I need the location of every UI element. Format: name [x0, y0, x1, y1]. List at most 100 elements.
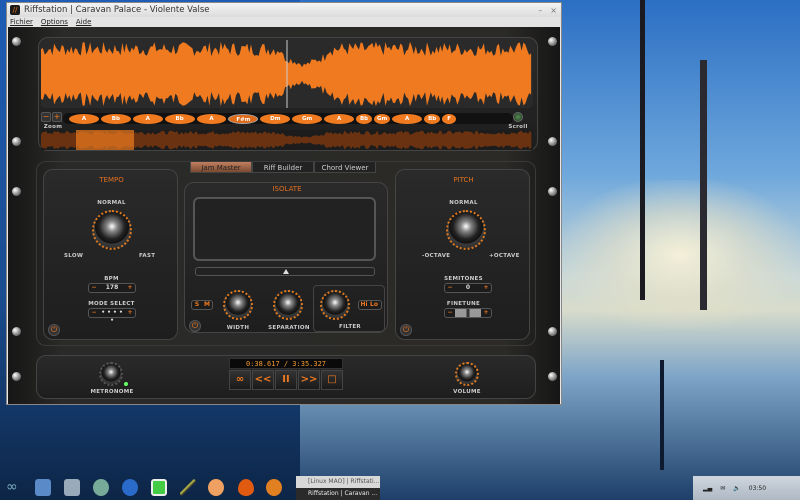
rivet	[548, 37, 557, 46]
plus-octave-label: +OCTAVE	[489, 253, 520, 259]
stereo-button[interactable]: S	[192, 301, 202, 309]
slider-thumb[interactable]	[283, 269, 289, 274]
mode-next-button[interactable]: +	[125, 309, 135, 317]
rivet	[12, 37, 21, 46]
finetune-stepper[interactable]: − +	[444, 308, 492, 318]
finetune-up-button[interactable]: +	[481, 309, 491, 317]
filter-hi-lo-toggle[interactable]: Hi Lo	[358, 300, 382, 310]
stereo-mono-toggle[interactable]: SM	[191, 300, 213, 310]
tempo-section: TEMPO NORMAL SLOW FAST BPM −178 + MODE SE…	[43, 169, 178, 340]
semitones-stepper[interactable]: − 0 +	[444, 283, 492, 293]
mode-select-stepper[interactable]: − • • • • • +	[88, 308, 136, 324]
isolate-power-button[interactable]: ⏻	[189, 320, 201, 332]
clock[interactable]: 03:50	[749, 485, 766, 492]
overview-viewport[interactable]	[76, 130, 134, 150]
home-folder-icon[interactable]	[35, 479, 51, 496]
chord-marker[interactable]: Bb	[424, 113, 441, 124]
waveform-display[interactable]	[41, 40, 533, 108]
volume-knob[interactable]	[455, 362, 479, 386]
isolate-title: ISOLATE	[272, 185, 302, 193]
overview-waveform[interactable]	[41, 130, 533, 150]
hi-button[interactable]: Hi	[359, 301, 369, 309]
disc-icon[interactable]	[208, 479, 224, 496]
separation-knob[interactable]	[273, 290, 303, 320]
filter-box: Hi Lo FILTER	[313, 285, 385, 332]
image-viewer-icon[interactable]	[151, 479, 167, 496]
menu-fichier[interactable]: Fichier	[10, 18, 33, 26]
volume-icon[interactable]: 🔈	[733, 485, 740, 492]
metronome-led	[124, 382, 128, 386]
menu-options[interactable]: Options	[41, 18, 68, 26]
rivet	[12, 327, 21, 336]
pitch-power-button[interactable]: ⏻	[400, 324, 412, 336]
zoom-out-button[interactable]: −	[41, 112, 51, 122]
transport-panel: METRONOME 0:38.617 / 3:35.327 ∞ << II >>…	[36, 355, 536, 399]
stop-button[interactable]: □	[321, 370, 343, 390]
taskbar-window-item-active[interactable]: Riffstation | Caravan ...	[296, 488, 380, 500]
chord-marker[interactable]: Gm	[292, 113, 323, 124]
bpm-stepper[interactable]: −178 +	[88, 283, 136, 293]
scroll-toggle[interactable]	[513, 112, 523, 122]
pitch-section: PITCH NORMAL -OCTAVE +OCTAVE SEMITONES −…	[395, 169, 530, 340]
menu-bar: Fichier Options Aide	[7, 17, 561, 27]
tempo-knob[interactable]	[92, 210, 132, 250]
chord-marker[interactable]: F#m	[228, 113, 259, 124]
network-icon[interactable]	[93, 479, 109, 496]
chord-marker[interactable]: A	[132, 113, 163, 124]
jam-master-panel: TEMPO NORMAL SLOW FAST BPM −178 + MODE SE…	[36, 161, 536, 346]
bpm-value: 178	[105, 284, 119, 291]
chord-marker[interactable]: A	[69, 113, 99, 124]
bpm-decrease-button[interactable]: −	[89, 284, 99, 292]
chord-marker[interactable]: A	[324, 113, 355, 124]
finetune-down-button[interactable]: −	[445, 309, 455, 317]
chord-marker[interactable]: F	[442, 113, 456, 124]
tempo-title: TEMPO	[99, 176, 124, 184]
rivet	[12, 372, 21, 381]
chord-marker[interactable]: Dm	[260, 113, 291, 124]
volume-label: VOLUME	[453, 389, 481, 395]
chord-marker[interactable]: A	[196, 113, 227, 124]
minimize-button[interactable]: –	[538, 6, 542, 15]
menu-launcher-icon[interactable]: ∞	[6, 479, 22, 496]
rewind-button[interactable]: <<	[252, 370, 274, 390]
chord-marker[interactable]: Bb	[164, 113, 195, 124]
menu-aide[interactable]: Aide	[76, 18, 91, 26]
mode-value: • • • • •	[101, 309, 123, 324]
isolate-section: ISOLATE SM WIDTH SEPARATION Hi Lo FILTER …	[184, 182, 388, 333]
drop-icon[interactable]	[238, 479, 254, 496]
taskbar-window-item[interactable]: [Linux MAO] | Riffstati...	[296, 476, 380, 488]
pause-button[interactable]: II	[275, 370, 297, 390]
time-display: 0:38.617 / 3:35.327	[229, 358, 343, 369]
semitone-down-button[interactable]: −	[445, 284, 455, 292]
filter-knob[interactable]	[320, 290, 350, 320]
semitone-up-button[interactable]: +	[481, 284, 491, 292]
loop-button[interactable]: ∞	[229, 370, 251, 390]
tree-reflection	[660, 360, 664, 470]
lo-button[interactable]: Lo	[369, 301, 379, 309]
chord-marker[interactable]: Gm	[374, 113, 391, 124]
headphones-icon[interactable]	[266, 479, 282, 496]
pitch-knob[interactable]	[446, 210, 486, 250]
chord-marker[interactable]: Bb	[356, 113, 373, 124]
chord-track: A Bb A Bb A F#m Dm Gm A Bb Gm A Bb F	[63, 113, 513, 124]
bpm-increase-button[interactable]: +	[125, 284, 135, 292]
chord-marker[interactable]: Bb	[100, 113, 131, 124]
tempo-power-button[interactable]: ⏻	[48, 324, 60, 336]
separation-label: SEPARATION	[268, 325, 310, 331]
fast-forward-button[interactable]: >>	[298, 370, 320, 390]
mode-prev-button[interactable]: −	[89, 309, 99, 317]
chord-marker[interactable]: A	[392, 113, 423, 124]
rivet	[548, 137, 557, 146]
zoom-in-button[interactable]: +	[52, 112, 62, 122]
isolate-pan-slider[interactable]	[195, 267, 375, 276]
mail-icon[interactable]: ✉	[720, 485, 725, 492]
width-knob[interactable]	[223, 290, 253, 320]
mono-button[interactable]: M	[202, 301, 212, 309]
file-cabinet-icon[interactable]	[64, 479, 80, 496]
signal-icon[interactable]: ▂▄	[703, 485, 712, 492]
browser-icon[interactable]	[122, 479, 138, 496]
close-button[interactable]: ×	[550, 6, 557, 15]
rivet	[548, 187, 557, 196]
pen-icon[interactable]	[180, 479, 196, 496]
metronome-knob[interactable]	[99, 362, 123, 386]
